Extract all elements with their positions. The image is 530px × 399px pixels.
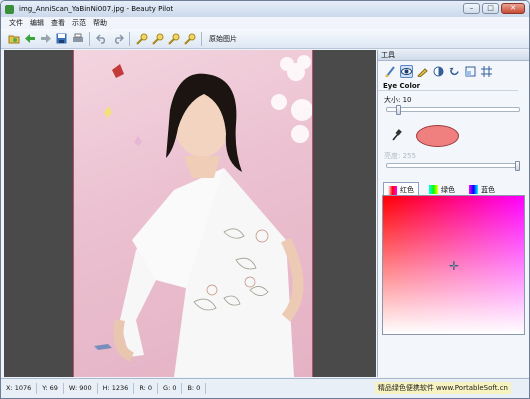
- menu-demo[interactable]: 示范: [72, 18, 86, 28]
- status-width: W: 900: [64, 383, 98, 394]
- original-image-button[interactable]: 原始图片: [209, 34, 237, 44]
- menu-edit[interactable]: 编辑: [30, 18, 44, 28]
- grid-tool-icon[interactable]: [480, 65, 493, 78]
- minimize-button[interactable]: –: [463, 3, 480, 14]
- status-red: R: 0: [134, 383, 159, 394]
- pencil-tool-icon[interactable]: [416, 65, 429, 78]
- size-slider-thumb[interactable]: [396, 105, 402, 115]
- back-arrow-icon[interactable]: [23, 32, 36, 45]
- tools-panel: 工具 Eye Color 大小: 10 亮度: 255 红色 绿色 蓝色 ✛: [377, 50, 529, 377]
- resize-tool-icon[interactable]: [464, 65, 477, 78]
- zoom-out-icon[interactable]: [151, 32, 164, 45]
- maximize-button[interactable]: □: [482, 3, 499, 14]
- contrast-tool-icon[interactable]: [432, 65, 445, 78]
- close-button[interactable]: ✕: [501, 3, 525, 14]
- brightness-slider-thumb[interactable]: [515, 161, 520, 171]
- red-tab-icon: [388, 185, 397, 195]
- status-y: Y: 69: [37, 383, 64, 394]
- menu-bar: 文件 编辑 查看 示范 帮助: [1, 17, 529, 29]
- status-x: X: 1076: [1, 383, 38, 394]
- eyedropper-icon[interactable]: [392, 129, 402, 143]
- brush-tool-icon[interactable]: [384, 65, 397, 78]
- save-icon[interactable]: [55, 32, 68, 45]
- title-bar: img_AnniScan_YaBinNi007.jpg - Beauty Pil…: [1, 1, 529, 17]
- menu-view[interactable]: 查看: [51, 18, 65, 28]
- status-bar: X: 1076 Y: 69 W: 900 H: 1236 R: 0 G: 0 B…: [1, 378, 529, 398]
- image-canvas[interactable]: [4, 50, 376, 377]
- current-color-swatch[interactable]: [416, 125, 459, 147]
- size-label: 大小: 10: [384, 96, 412, 104]
- forward-arrow-icon[interactable]: [39, 32, 52, 45]
- size-slider[interactable]: [386, 105, 520, 115]
- window-title: img_AnniScan_YaBinNi007.jpg - Beauty Pil…: [19, 5, 174, 13]
- watermark-text: 精品绿色便携软件 www.PortableSoft.cn: [374, 382, 511, 394]
- menu-file[interactable]: 文件: [9, 18, 23, 28]
- section-title: Eye Color: [378, 82, 518, 91]
- brightness-slider[interactable]: [386, 161, 520, 171]
- crosshair-icon: ✛: [449, 259, 460, 273]
- rotate-tool-icon[interactable]: [448, 65, 461, 78]
- blue-tab-icon: [469, 185, 478, 194]
- green-tab-icon: [429, 185, 438, 194]
- zoom-fit-icon[interactable]: [167, 32, 180, 45]
- tools-panel-title: 工具: [378, 50, 529, 61]
- redo-icon[interactable]: [111, 32, 124, 45]
- app-window: img_AnniScan_YaBinNi007.jpg - Beauty Pil…: [0, 0, 530, 399]
- toolbar: 原始图片: [1, 29, 529, 49]
- status-height: H: 1236: [98, 383, 135, 394]
- tab-blue-label: 蓝色: [481, 185, 495, 194]
- status-green: G: 0: [158, 383, 183, 394]
- photo-image: [73, 50, 313, 377]
- app-icon: [5, 4, 14, 14]
- brightness-label: 亮度: 255: [384, 152, 416, 160]
- open-folder-icon[interactable]: [7, 32, 20, 45]
- color-picker-area[interactable]: ✛: [382, 195, 525, 335]
- print-icon[interactable]: [71, 32, 84, 45]
- zoom-actual-icon[interactable]: [183, 32, 196, 45]
- tab-green-label: 绿色: [441, 185, 455, 194]
- tab-red-label: 红色: [400, 186, 414, 194]
- zoom-in-icon[interactable]: [135, 32, 148, 45]
- eye-color-tool-icon[interactable]: [400, 65, 413, 78]
- status-blue: B: 0: [182, 383, 207, 394]
- menu-help[interactable]: 帮助: [93, 18, 107, 28]
- undo-icon[interactable]: [95, 32, 108, 45]
